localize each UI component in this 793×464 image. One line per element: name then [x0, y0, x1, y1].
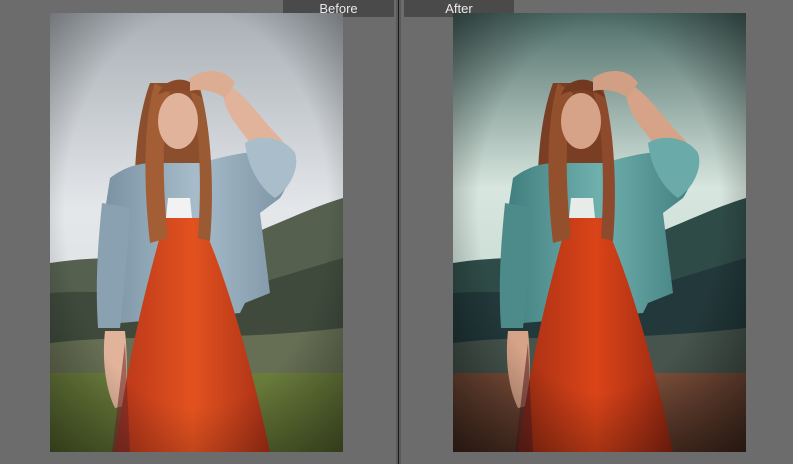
pane-divider[interactable]: [396, 0, 401, 464]
divider-line: [398, 0, 399, 464]
before-photo-image: [50, 13, 343, 452]
compare-view: Before After: [0, 0, 793, 464]
after-photo-image: [453, 13, 746, 452]
after-photo[interactable]: [453, 13, 746, 452]
before-photo[interactable]: [50, 13, 343, 452]
